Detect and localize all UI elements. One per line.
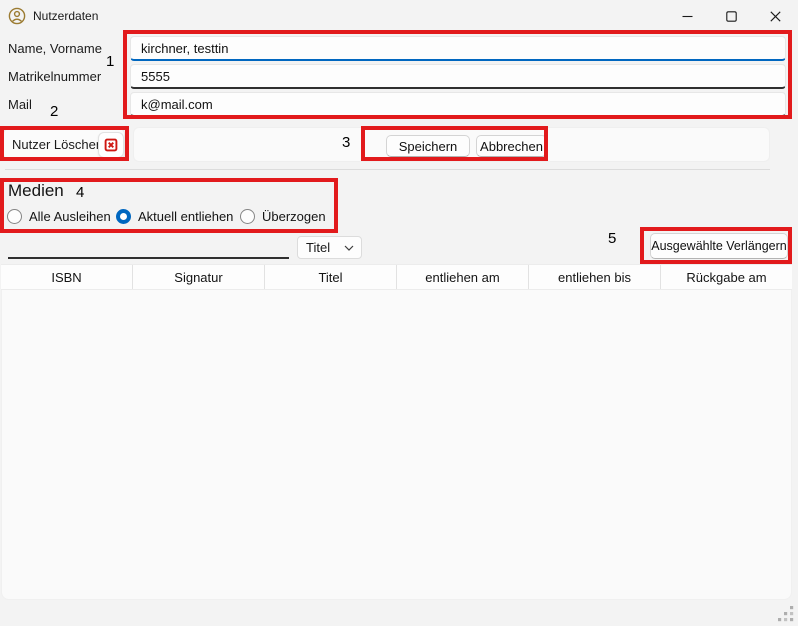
horizontal-divider xyxy=(5,169,770,170)
radio-alle-ausleihen[interactable]: Alle Ausleihen xyxy=(7,209,111,224)
annotation-number-5: 5 xyxy=(608,230,616,247)
filter-dropdown-value: Titel xyxy=(306,240,344,255)
matrikelnummer-field-label: Matrikelnummer xyxy=(8,69,101,84)
radio-circle-selected-icon xyxy=(116,209,131,224)
nutzerdaten-window: Nutzerdaten Name, Vorname Matrikelnummer… xyxy=(0,0,798,626)
media-table-body-empty xyxy=(1,290,792,600)
matrikelnummer-input[interactable] xyxy=(130,64,786,89)
annotation-number-2: 2 xyxy=(50,103,58,120)
medien-heading: Medien xyxy=(8,181,64,201)
maximize-button[interactable] xyxy=(709,0,753,32)
column-header-entliehen-am[interactable]: entliehen am xyxy=(397,265,529,289)
mail-field-label: Mail xyxy=(8,97,32,112)
delete-user-button[interactable] xyxy=(98,132,124,158)
radio-aktuell-entliehen[interactable]: Aktuell entliehen xyxy=(116,209,233,224)
radio-ueberzogen[interactable]: Überzogen xyxy=(240,209,326,224)
annotation-number-3: 3 xyxy=(342,134,350,151)
name-field-label: Name, Vorname xyxy=(8,41,102,56)
maximize-icon xyxy=(726,11,737,22)
resize-grip[interactable] xyxy=(777,605,795,623)
cancel-button[interactable]: Abbrechen xyxy=(476,135,547,157)
radio-circle-icon xyxy=(7,209,22,224)
minimize-icon xyxy=(682,11,693,22)
column-header-entliehen-bis[interactable]: entliehen bis xyxy=(529,265,661,289)
titlebar: Nutzerdaten xyxy=(0,0,798,32)
window-title: Nutzerdaten xyxy=(33,9,98,23)
extend-selected-button[interactable]: Ausgewählte Verlängern xyxy=(650,233,788,259)
close-icon xyxy=(770,11,781,22)
annotation-number-1: 1 xyxy=(106,53,114,70)
close-button[interactable] xyxy=(753,0,797,32)
mail-input[interactable] xyxy=(130,92,786,117)
column-header-isbn[interactable]: ISBN xyxy=(1,265,133,289)
radio-circle-icon xyxy=(240,209,255,224)
chevron-down-icon xyxy=(344,245,354,251)
save-cancel-panel: Speichern Abbrechen xyxy=(133,127,770,162)
media-table-header: ISBN Signatur Titel entliehen am entlieh… xyxy=(1,264,792,290)
minimize-button[interactable] xyxy=(665,0,709,32)
save-button[interactable]: Speichern xyxy=(386,135,470,157)
name-input[interactable] xyxy=(130,36,786,61)
column-header-titel[interactable]: Titel xyxy=(265,265,397,289)
annotation-number-4: 4 xyxy=(76,184,84,201)
trash-delete-icon xyxy=(104,138,118,152)
filter-dropdown[interactable]: Titel xyxy=(297,236,362,259)
user-app-icon xyxy=(8,7,26,25)
delete-user-card: Nutzer Löschen xyxy=(3,128,125,160)
column-header-rueckgabe-am[interactable]: Rückgabe am xyxy=(661,265,792,289)
column-header-signatur[interactable]: Signatur xyxy=(133,265,265,289)
media-search-input[interactable] xyxy=(8,237,289,259)
delete-user-label: Nutzer Löschen xyxy=(12,137,103,152)
